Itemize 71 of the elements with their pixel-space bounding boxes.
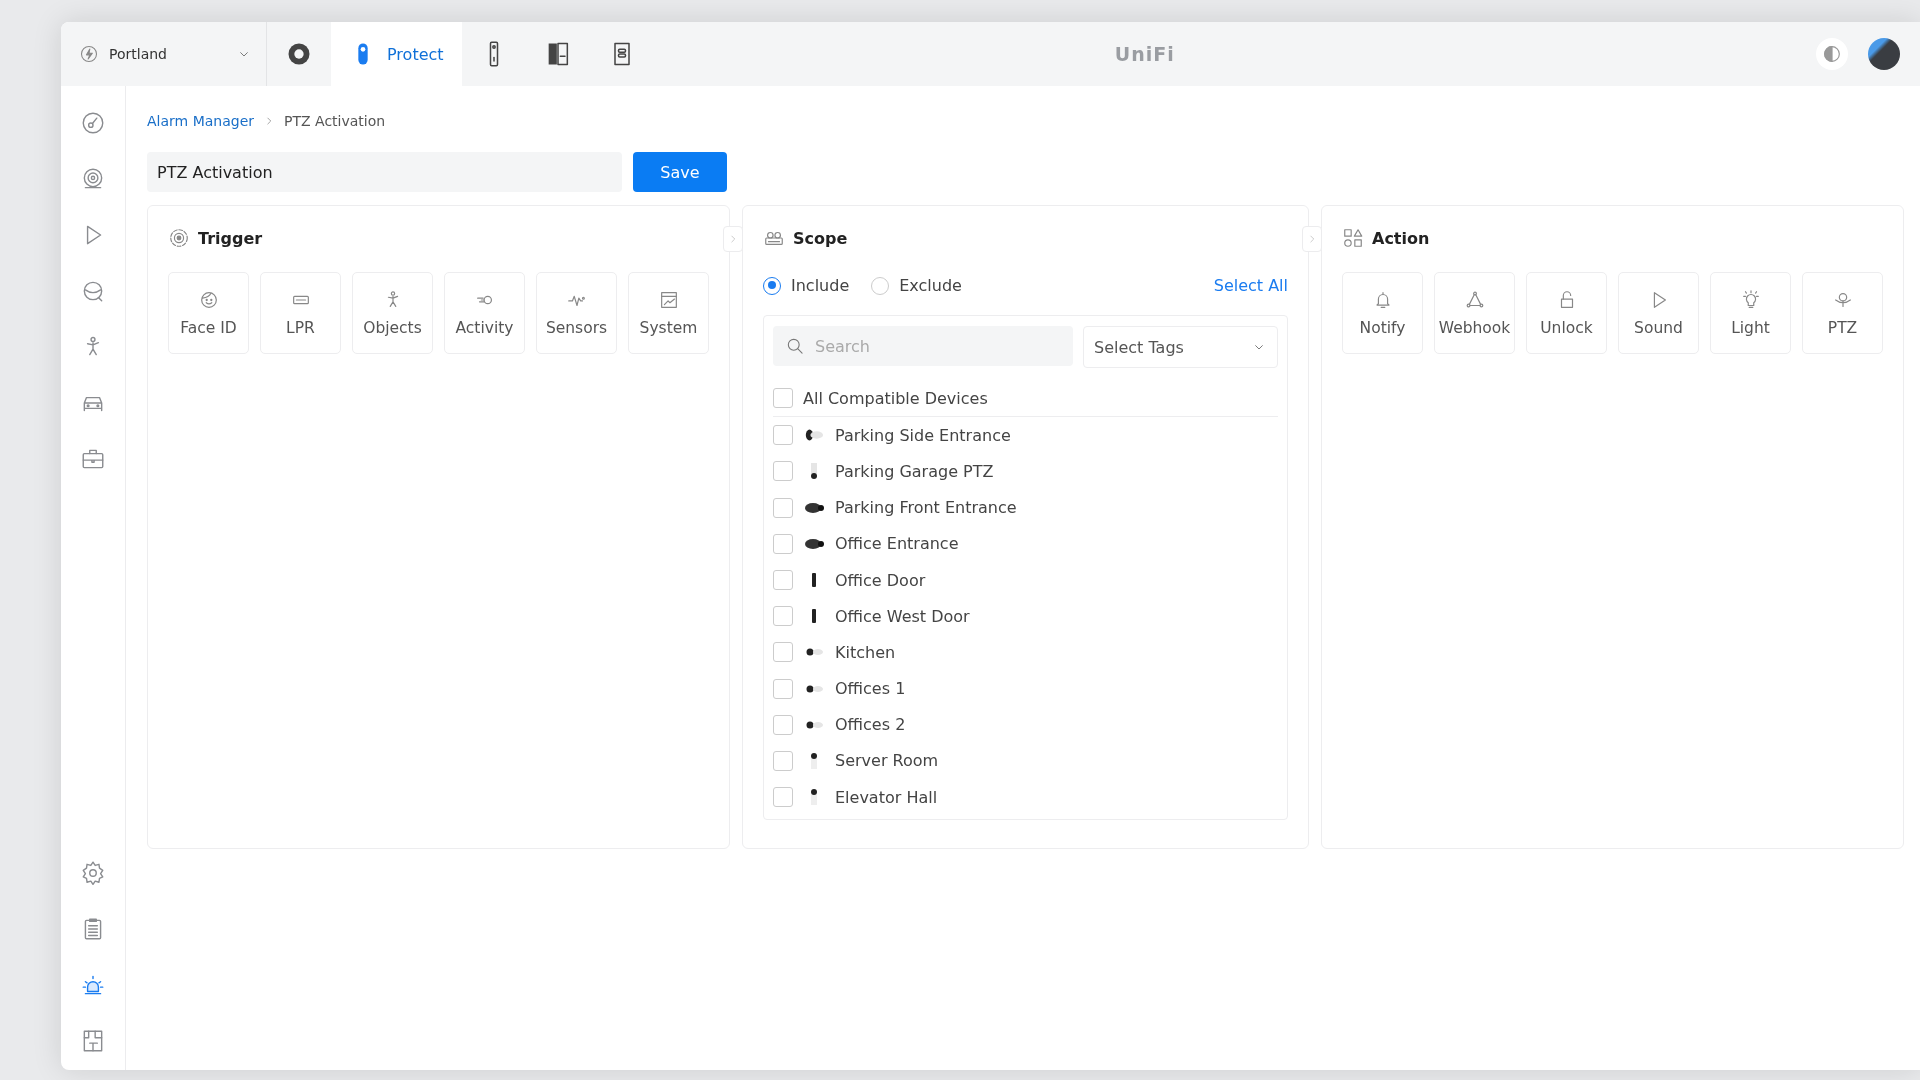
device-name: Office Entrance xyxy=(835,534,959,554)
camera-icon xyxy=(811,789,817,806)
tags-dropdown[interactable]: Select Tags xyxy=(1083,326,1278,368)
mode-radio[interactable]: Exclude xyxy=(871,276,962,295)
panel-title: Scope xyxy=(793,228,848,248)
panel-title: Action xyxy=(1372,228,1430,248)
select-all-link[interactable]: Select All xyxy=(1213,276,1288,295)
checkbox[interactable] xyxy=(773,533,793,554)
checkbox[interactable] xyxy=(773,787,793,808)
device-name: Office Door xyxy=(835,570,926,590)
checkbox[interactable] xyxy=(773,388,793,409)
contrast-icon xyxy=(1821,43,1843,65)
panel-title: Trigger xyxy=(198,228,263,248)
checkbox[interactable] xyxy=(773,678,793,699)
device-name: Server Room xyxy=(835,751,939,771)
checkbox[interactable] xyxy=(773,461,793,482)
device-name: Parking Side Entrance xyxy=(835,425,1011,445)
camera-icon xyxy=(805,684,823,693)
breadcrumb-link[interactable]: Alarm Manager xyxy=(147,113,254,129)
trigger-option[interactable]: Activity xyxy=(444,272,525,354)
checkbox[interactable] xyxy=(773,497,793,518)
checkbox[interactable] xyxy=(773,642,793,663)
device-name: Kitchen xyxy=(835,642,896,662)
checkbox[interactable] xyxy=(773,606,793,627)
camera-icon xyxy=(805,720,823,729)
name-field[interactable]: PTZ Activation xyxy=(147,152,622,192)
theme-toggle[interactable] xyxy=(1816,38,1848,70)
device-name: Offices 2 xyxy=(835,715,906,735)
checkbox[interactable] xyxy=(773,425,793,446)
power-icon xyxy=(79,44,99,64)
camera-icon xyxy=(804,538,824,549)
action-icon xyxy=(1342,227,1364,249)
device-name: Parking Garage PTZ xyxy=(835,461,994,481)
trigger-option[interactable]: System xyxy=(628,272,709,354)
settings-icon xyxy=(80,860,106,886)
trigger-option[interactable]: Sensors xyxy=(536,272,617,354)
action-option[interactable]: Notify xyxy=(1342,272,1423,354)
search-field[interactable]: Search xyxy=(773,326,1073,366)
action-option[interactable]: Light xyxy=(1710,272,1791,354)
save-button[interactable]: Save xyxy=(633,152,727,192)
checkbox[interactable] xyxy=(773,714,793,735)
search-icon xyxy=(785,336,805,356)
camera-icon xyxy=(811,463,817,480)
dashboard-icon xyxy=(80,110,106,136)
device-name: Office West Door xyxy=(835,606,970,626)
action-option[interactable]: Unlock xyxy=(1526,272,1607,354)
camera-icon xyxy=(811,752,817,769)
camera-icon xyxy=(805,648,823,657)
logo: UniFi xyxy=(1114,43,1175,65)
camera-icon xyxy=(804,429,824,442)
camera-icon xyxy=(812,609,816,624)
site-selector[interactable]: Portland xyxy=(61,22,267,86)
device-name: Parking Front Entrance xyxy=(835,498,1017,518)
camera-icon xyxy=(812,573,816,588)
device-label: All Compatible Devices xyxy=(803,388,988,408)
camera-icon xyxy=(804,502,824,513)
trigger-option[interactable]: Objects xyxy=(352,272,433,354)
action-option[interactable]: PTZ xyxy=(1802,272,1883,354)
breadcrumb-current: PTZ Activation xyxy=(284,113,386,129)
checkbox[interactable] xyxy=(773,750,793,771)
checkbox[interactable] xyxy=(773,570,793,591)
app-tab[interactable]: Protect xyxy=(331,22,462,86)
mode-radio[interactable]: Include xyxy=(763,276,850,295)
trigger-option[interactable]: Face ID xyxy=(168,272,249,354)
action-option[interactable]: Sound xyxy=(1618,272,1699,354)
trigger-icon xyxy=(168,227,190,249)
avatar[interactable] xyxy=(1868,38,1900,70)
device-name: Elevator Hall xyxy=(835,787,938,807)
device-name: Offices 1 xyxy=(835,679,906,699)
action-option[interactable]: Webhook xyxy=(1434,272,1515,354)
trigger-option[interactable]: LPR xyxy=(260,272,341,354)
